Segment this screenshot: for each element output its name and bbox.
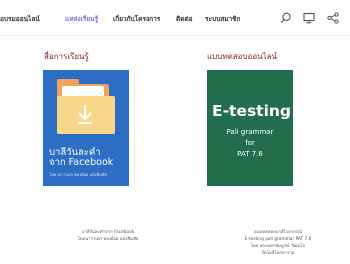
e-testing-caption[interactable]: แบบทดสอบบาลีไวยากรณ์ E-testing pali gram… — [228, 229, 328, 257]
caption-line: วัดโมลีโลกยาราม — [261, 251, 295, 256]
e-testing-line3: PAT 7.6 — [237, 150, 263, 158]
section-title-online-test: แบบทดสอบออนไลน์ — [207, 52, 278, 61]
pali-word-card-image[interactable]: บาลีวันละคำ จาก Facebook โดย นาวาเอก ทอง… — [43, 70, 129, 186]
card-subtitle: โดย นาวาเอก ทองย้อย แสงสินชัย — [49, 172, 107, 177]
caption-line: โดย พระมหาสมบูรณ์ วัฒนโก — [250, 244, 306, 249]
e-testing-card-image[interactable]: E-testing Pali grammar for PAT 7.6 — [207, 70, 293, 186]
e-testing-title: E-testing — [212, 102, 292, 120]
caption-line: E-testing pali grammar PAT 7.6 — [244, 237, 312, 242]
nav-item-member-system[interactable]: ระบบสมาชิก — [205, 14, 240, 24]
e-testing-line1: Pali grammar — [226, 128, 274, 136]
search-icon[interactable] — [279, 11, 293, 25]
top-navigation-bar: อบรมออนไลน์ แหล่งเรียนรู้ เกี่ยวกับโครงก… — [0, 0, 350, 36]
section-title-learning-media: สื่อการเรียนรู้ — [44, 52, 89, 61]
nav-item-online-training[interactable]: อบรมออนไลน์ — [0, 14, 40, 24]
caption-line: โดยนาวาเอก ทองย้อย แสงสินชัย — [77, 237, 139, 242]
monitor-icon[interactable] — [302, 11, 316, 25]
e-testing-line2: for — [245, 139, 255, 147]
nav-item-contact[interactable]: ติดต่อ — [176, 14, 193, 24]
caption-line: แบบทดสอบบาลีไวยากรณ์ — [254, 230, 302, 235]
nav-item-about-project[interactable]: เกี่ยวกับโครงการ — [113, 14, 160, 24]
card-title-line2: จาก Facebook — [49, 157, 114, 168]
download-arrow-icon — [78, 105, 92, 125]
nav-item-learning-resources[interactable]: แหล่งเรียนรู้ — [65, 14, 98, 24]
pali-word-caption[interactable]: บาลีวันละคำจาก Facebook โดยนาวาเอก ทองย้… — [58, 229, 158, 243]
caption-line: บาลีวันละคำจาก Facebook — [81, 230, 135, 235]
share-icon[interactable] — [326, 11, 340, 25]
